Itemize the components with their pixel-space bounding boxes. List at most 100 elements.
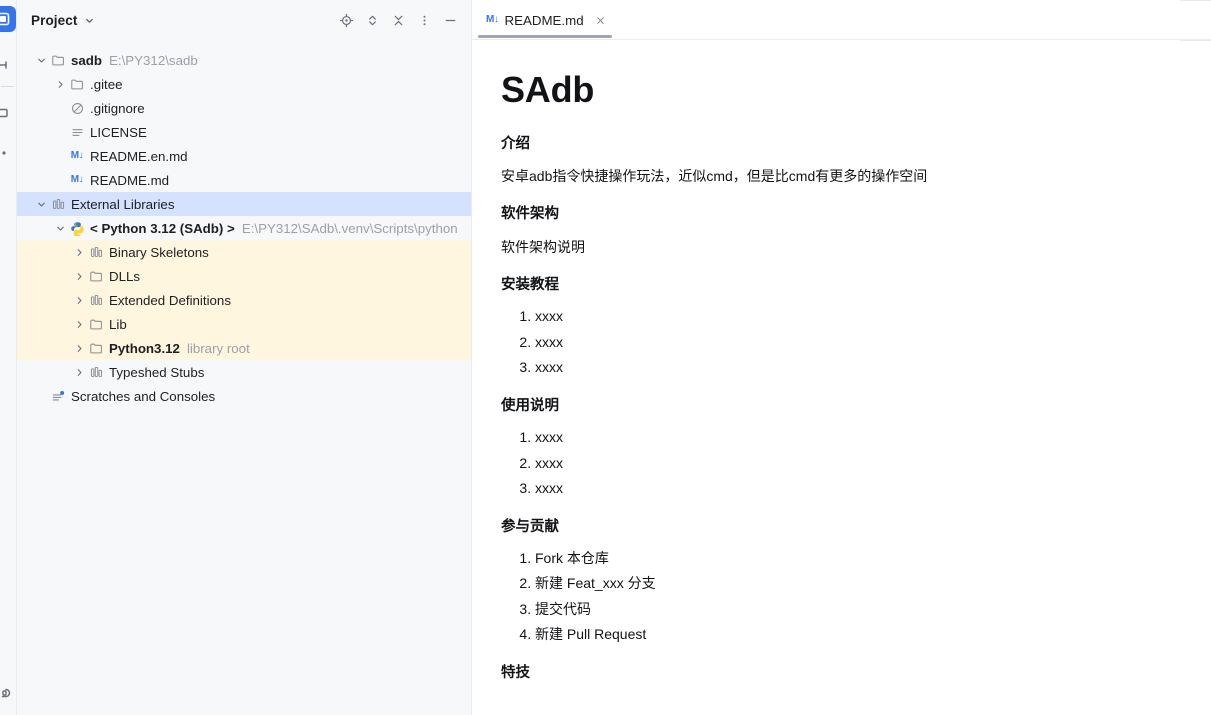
tree-row[interactable]: Lib <box>17 312 471 336</box>
folder-icon <box>87 341 105 356</box>
library-icon <box>87 293 105 308</box>
chevron-down-icon[interactable] <box>34 199 49 210</box>
editor-right-rule-tab <box>1180 40 1211 41</box>
preview-paragraph: 软件架构说明 <box>501 238 585 255</box>
preview-heading: 特技 <box>501 664 530 681</box>
project-tool-window: Project sadb E:\PY312\sadb .gitee .gitig… <box>17 0 472 715</box>
tree-row[interactable]: Extended Definitions <box>17 288 471 312</box>
notifications-icon[interactable] <box>0 140 16 166</box>
tree-node-label: README.md <box>90 172 170 188</box>
structure-icon[interactable] <box>0 100 16 126</box>
chevron-down-icon[interactable] <box>84 15 95 26</box>
scratches-icon <box>49 389 67 404</box>
tree-row[interactable]: .gitignore <box>17 96 471 120</box>
tree-row[interactable]: LICENSE <box>17 120 471 144</box>
bookmarks-icon[interactable] <box>0 52 16 78</box>
preview-heading: 软件架构 <box>501 206 559 223</box>
locate-icon[interactable] <box>335 9 357 31</box>
list-item: xxxx <box>535 334 1171 352</box>
tree-node-label: sadb <box>71 52 103 68</box>
gitignore-icon <box>68 101 86 116</box>
text-file-icon <box>68 125 86 140</box>
tree-row[interactable]: DLLs <box>17 264 471 288</box>
tree-row[interactable]: External Libraries <box>17 192 471 216</box>
markdown-icon: M↓ <box>70 150 84 161</box>
tree-row[interactable]: Python3.12 library root <box>17 336 471 360</box>
tree-node-label: .gitignore <box>90 100 145 116</box>
tree-node-label: Scratches and Consoles <box>71 388 216 404</box>
tree-row[interactable]: < Python 3.12 (SAdb) > E:\PY312\SAdb\.ven… <box>17 216 471 240</box>
close-icon[interactable] <box>594 13 608 27</box>
markdown-icon: M↓ <box>70 174 84 185</box>
tree-node-label: LICENSE <box>90 124 147 140</box>
preview-paragraph: 安卓adb指令快捷操作玩法，近似cmd，但是比cmd有更多的操作空间 <box>501 167 928 184</box>
folder-icon <box>87 317 105 332</box>
tree-node-label: < Python 3.12 (SAdb) > <box>90 220 235 236</box>
tree-node-label: External Libraries <box>71 196 175 212</box>
tree-node-hint: library root <box>186 340 250 356</box>
activity-bar <box>0 0 17 715</box>
list-item: Fork 本仓库 <box>535 550 1171 568</box>
activity-bar-divider <box>1 86 14 87</box>
editor-tab-readme[interactable]: M↓ README.md <box>472 0 618 40</box>
terminal-icon[interactable] <box>0 680 16 706</box>
preview-heading: 使用说明 <box>501 397 559 414</box>
page-title: SAdb <box>501 69 595 110</box>
chevron-right-icon[interactable] <box>72 367 87 378</box>
panel-title[interactable]: Project <box>31 13 77 28</box>
expand-collapse-icon[interactable] <box>361 9 383 31</box>
preview-ordered-list: xxxx xxxx xxxx <box>501 308 1171 377</box>
chevron-right-icon[interactable] <box>72 343 87 354</box>
tree-node-hint: E:\PY312\sadb <box>109 52 198 68</box>
tree-node-label: README.en.md <box>90 148 188 164</box>
list-item: xxxx <box>535 308 1171 326</box>
library-icon <box>87 365 105 380</box>
tree-row[interactable]: Typeshed Stubs <box>17 360 471 384</box>
markdown-icon: M↓ <box>486 14 499 25</box>
tree-row[interactable]: sadb E:\PY312\sadb <box>17 48 471 72</box>
tree-row[interactable]: Binary Skeletons <box>17 240 471 264</box>
chevron-down-icon[interactable] <box>53 223 68 234</box>
list-item: 新建 Feat_xxx 分支 <box>535 575 1171 593</box>
chevron-down-icon[interactable] <box>34 55 49 66</box>
list-item: 提交代码 <box>535 601 1171 619</box>
chevron-right-icon[interactable] <box>53 79 68 90</box>
library-icon <box>49 197 67 212</box>
tree-node-label: .gitee <box>90 76 123 92</box>
tree-row[interactable]: Scratches and Consoles <box>17 384 471 408</box>
library-icon <box>87 245 105 260</box>
preview-ordered-list: Fork 本仓库新建 Feat_xxx 分支提交代码新建 Pull Reques… <box>501 550 1171 644</box>
editor-tab-label: README.md <box>504 12 584 28</box>
list-item: xxxx <box>535 455 1171 473</box>
list-item: xxxx <box>535 359 1171 377</box>
list-item: xxxx <box>535 480 1171 498</box>
folder-icon <box>87 269 105 284</box>
list-item: xxxx <box>535 429 1171 447</box>
editor-right-rule-top <box>1180 0 1211 1</box>
preview-ordered-list: xxxx xxxx xxxx <box>501 429 1171 498</box>
chevron-right-icon[interactable] <box>72 271 87 282</box>
editor-area: M↓ README.md SAdb 介绍安卓adb指令快捷操作玩法，近似cmd，… <box>472 0 1211 715</box>
tree-row[interactable]: .gitee <box>17 72 471 96</box>
folder-icon <box>49 53 67 68</box>
project-tool-icon[interactable] <box>0 6 16 32</box>
ide-window: Project sadb E:\PY312\sadb .gitee .gitig… <box>0 0 1211 715</box>
tree-row[interactable]: M↓ README.md <box>17 168 471 192</box>
preview-heading: 介绍 <box>501 135 530 152</box>
preview-content: 介绍安卓adb指令快捷操作玩法，近似cmd，但是比cmd有更多的操作空间 软件架构… <box>501 136 1171 683</box>
tree-node-label: Binary Skeletons <box>109 244 209 260</box>
chevron-right-icon[interactable] <box>72 247 87 258</box>
list-item: 新建 Pull Request <box>535 626 1171 644</box>
tree-row[interactable]: M↓ README.en.md <box>17 144 471 168</box>
editor-tab-bar: M↓ README.md <box>472 0 1211 40</box>
collapse-all-icon[interactable] <box>387 9 409 31</box>
minimize-icon[interactable] <box>439 9 461 31</box>
project-panel-header: Project <box>17 0 471 40</box>
chevron-right-icon[interactable] <box>72 319 87 330</box>
tree-node-label: Python3.12 <box>109 340 180 356</box>
python-icon <box>68 221 86 236</box>
more-vertical-icon[interactable] <box>413 9 435 31</box>
folder-icon <box>68 77 86 92</box>
project-tree[interactable]: sadb E:\PY312\sadb .gitee .gitignore LICENSE… <box>17 40 471 408</box>
chevron-right-icon[interactable] <box>72 295 87 306</box>
